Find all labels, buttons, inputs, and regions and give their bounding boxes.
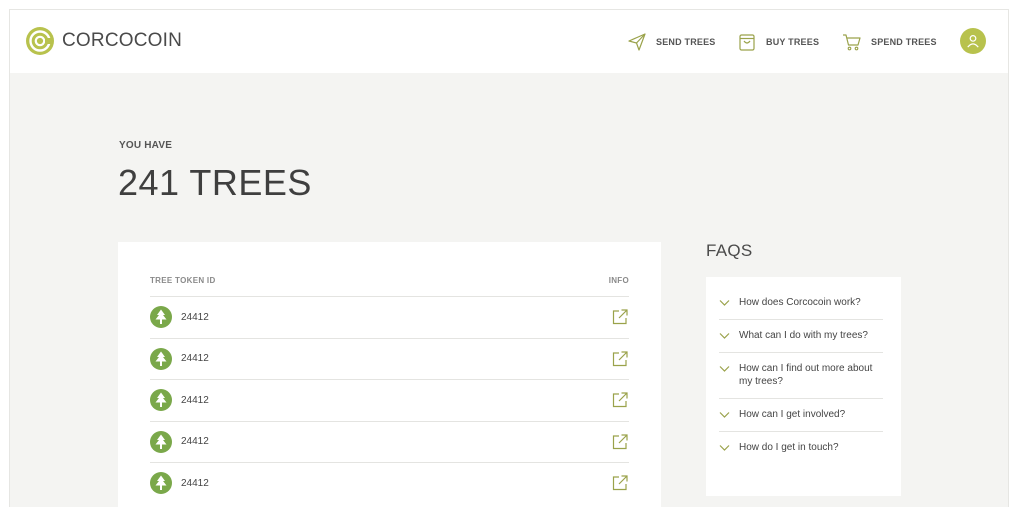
faq-question: What can I do with my trees? xyxy=(739,330,868,341)
faq-item[interactable]: How do I get in touch? xyxy=(719,432,883,464)
faq-item[interactable]: How does Corcocoin work? xyxy=(719,287,883,320)
nav-spend-trees-label: SPEND TREES xyxy=(871,37,937,47)
tree-token-id: 24412 xyxy=(181,394,209,406)
tree-icon xyxy=(150,347,172,370)
faq-question: How do I get in touch? xyxy=(739,442,839,453)
tree-icon xyxy=(150,430,172,453)
column-header-info: INFO xyxy=(608,276,629,285)
chevron-down-icon xyxy=(719,445,730,451)
send-icon xyxy=(628,33,646,51)
column-header-token-id: TREE TOKEN ID xyxy=(150,276,216,285)
faq-item[interactable]: What can I do with my trees? xyxy=(719,320,883,353)
brand-name: CORCOCOIN xyxy=(62,30,183,51)
tree-icon xyxy=(150,472,172,495)
nav-spend-trees[interactable]: SPEND TREES xyxy=(842,32,937,52)
cart-icon xyxy=(843,34,861,51)
tree-token-id: 24412 xyxy=(181,311,209,323)
table-row: 24412 xyxy=(150,462,629,504)
faq-list: How does Corcocoin work? What can I do wi… xyxy=(719,287,883,464)
user-avatar-button[interactable] xyxy=(960,28,986,54)
external-link-icon[interactable] xyxy=(611,391,629,409)
external-link-icon[interactable] xyxy=(611,474,629,492)
corcocoin-logo-icon xyxy=(26,27,54,55)
table-row: 24412 xyxy=(150,379,629,421)
external-link-icon[interactable] xyxy=(611,308,629,326)
faq-question: How can I find out more about my trees? xyxy=(739,363,873,387)
faq-panel: How does Corcocoin work? What can I do wi… xyxy=(706,277,901,496)
tree-token-id: 24412 xyxy=(181,477,209,489)
chevron-down-icon xyxy=(719,333,730,339)
nav-buy-trees[interactable]: BUY TREES xyxy=(737,32,819,52)
shopping-bag-icon xyxy=(739,34,755,51)
external-link-icon[interactable] xyxy=(611,350,629,368)
balance-label: YOU HAVE xyxy=(119,140,173,151)
tree-icon xyxy=(150,389,172,412)
chevron-down-icon xyxy=(719,300,730,306)
table-row: 24412 xyxy=(150,420,629,463)
faq-item[interactable]: How can I get involved? xyxy=(719,399,883,432)
faq-item[interactable]: How can I find out more about my trees? xyxy=(719,353,883,399)
faq-question: How can I get involved? xyxy=(739,409,846,420)
external-link-icon[interactable] xyxy=(611,433,629,451)
tree-token-id: 24412 xyxy=(181,353,209,365)
top-navigation-bar: CORCOCOIN SEND TREES BUY TREES SPEND TRE… xyxy=(10,10,1008,73)
nav-buy-trees-label: BUY TREES xyxy=(766,37,820,47)
chevron-down-icon xyxy=(719,412,730,418)
table-row: 24412 xyxy=(150,337,629,380)
brand-logo[interactable]: CORCOCOIN xyxy=(25,26,182,56)
token-rows: 24412 24412 24412 24412 24412 xyxy=(150,296,629,504)
faq-question: How does Corcocoin work? xyxy=(739,297,861,308)
nav-send-trees-label: SEND TREES xyxy=(656,37,716,47)
table-row: 24412 xyxy=(150,296,629,338)
user-icon xyxy=(967,34,979,48)
balance-value: 241 TREES xyxy=(118,162,312,203)
tree-token-id: 24412 xyxy=(181,436,209,448)
chevron-down-icon xyxy=(719,366,730,372)
nav-send-trees[interactable]: SEND TREES xyxy=(627,32,716,52)
tree-icon xyxy=(150,306,172,329)
faq-title: FAQS xyxy=(706,241,753,260)
app-frame: CORCOCOIN SEND TREES BUY TREES SPEND TRE… xyxy=(9,9,1009,507)
tree-tokens-table: TREE TOKEN ID INFO 24412 24412 24412 24412 2… xyxy=(118,242,661,507)
